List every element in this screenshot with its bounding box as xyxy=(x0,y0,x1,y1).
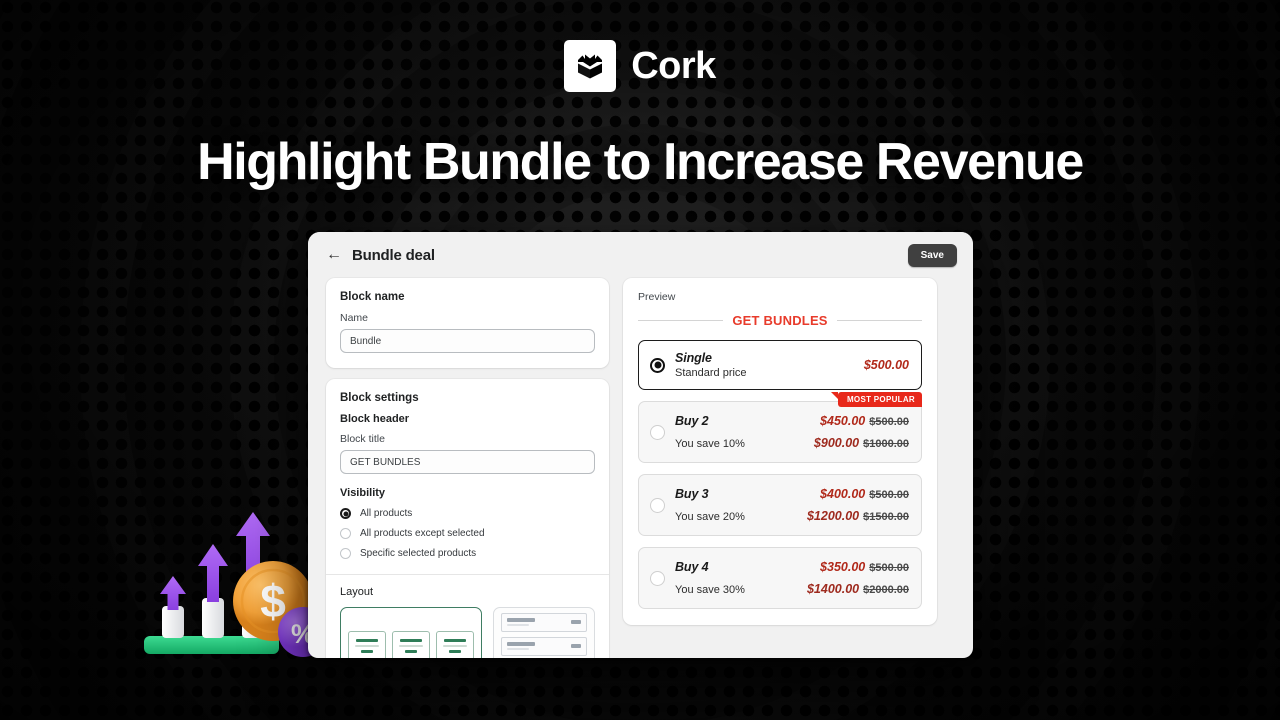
visibility-option-all-except-selected[interactable]: All products except selected xyxy=(340,528,595,539)
page-title: Bundle deal xyxy=(352,246,435,264)
bundle-option-name: Buy 2 xyxy=(675,414,709,428)
layout-option-horizontal-cards[interactable] xyxy=(340,607,482,658)
bundle-option-subtitle: You save 30% xyxy=(675,584,745,596)
layout-options xyxy=(340,607,595,658)
block-settings-card: Block settings Block header Block title … xyxy=(326,379,609,658)
radio-icon xyxy=(340,528,351,539)
bundle-unit-price-old: $500.00 xyxy=(869,416,909,428)
horizontal-cards-preview-icon xyxy=(348,631,474,658)
bundle-total-price: $900.00 xyxy=(813,436,860,450)
bundle-total-price-old: $1500.00 xyxy=(863,511,909,523)
bundle-unit-price-old: $500.00 xyxy=(869,489,909,501)
bundles-title: GET BUNDLES xyxy=(638,313,922,328)
bundle-option-buy-3[interactable]: Buy 3 $400.00 $500.00 You save 20% $1200.… xyxy=(638,474,922,536)
radio-icon-selected xyxy=(650,357,665,373)
bundle-option-name: Single xyxy=(675,351,712,365)
visibility-option-label: All products xyxy=(360,508,413,519)
block-title-field-label: Block title xyxy=(340,433,385,445)
layout-label: Layout xyxy=(340,586,374,598)
brand-name: Cork xyxy=(631,44,716,87)
visibility-option-specific-products[interactable]: Specific selected products xyxy=(340,548,595,559)
bundle-option-subtitle: You save 20% xyxy=(675,511,745,523)
bundle-option-name: Buy 4 xyxy=(675,560,709,574)
most-popular-badge: MOST POPULAR xyxy=(830,392,922,407)
divider-left xyxy=(638,320,724,321)
cork-logo-box-icon xyxy=(564,40,617,92)
radio-icon xyxy=(650,424,665,440)
bundle-total-price: $1400.00 xyxy=(806,582,860,596)
bundle-unit-price: $500.00 xyxy=(863,358,909,372)
arrow-left-icon[interactable]: ← xyxy=(326,247,342,263)
brand-lockup: Cork xyxy=(0,40,1280,92)
bundles-title-text: GET BUNDLES xyxy=(732,313,828,328)
block-settings-section-title: Block settings xyxy=(340,392,419,404)
layout-option-stacked-rows[interactable] xyxy=(493,607,595,658)
radio-icon xyxy=(650,570,665,586)
bundle-unit-price: $350.00 xyxy=(820,560,866,574)
bundle-unit-price: $450.00 xyxy=(820,414,866,428)
block-header-label: Block header xyxy=(340,413,410,425)
divider-right xyxy=(836,320,922,321)
screenshot-root: Cork Highlight Bundle to Increase Revenu… xyxy=(0,0,1280,720)
visibility-label: Visibility xyxy=(340,487,386,499)
block-name-card: Block name Name xyxy=(326,278,609,368)
preview-card: Preview GET BUNDLES Single Standard pric xyxy=(623,278,937,625)
bundle-option-single[interactable]: Single Standard price $500.00 xyxy=(638,340,922,390)
bundle-total-price: $1200.00 xyxy=(806,509,860,523)
radio-icon xyxy=(340,548,351,559)
settings-column: Block name Name Block settings Block hea… xyxy=(326,278,609,658)
visibility-option-label: All products except selected xyxy=(360,528,485,539)
visibility-option-all-products[interactable]: All products xyxy=(340,508,595,519)
bundle-option-buy-4[interactable]: Buy 4 $350.00 $500.00 You save 30% $1400.… xyxy=(638,547,922,609)
block-title-input[interactable] xyxy=(340,450,595,474)
bundle-option-name: Buy 3 xyxy=(675,487,709,501)
name-input[interactable] xyxy=(340,329,595,353)
app-header: ← Bundle deal Save xyxy=(308,232,973,278)
radio-icon xyxy=(650,497,665,513)
bundle-option-subtitle: Standard price xyxy=(675,367,747,379)
app-body: Block name Name Block settings Block hea… xyxy=(308,278,973,658)
bundle-option-subtitle: You save 10% xyxy=(675,438,745,450)
bundle-unit-price: $400.00 xyxy=(820,487,866,501)
block-name-section-title: Block name xyxy=(340,291,405,303)
save-button[interactable]: Save xyxy=(907,243,957,267)
stacked-rows-preview-icon xyxy=(501,612,587,659)
visibility-option-label: Specific selected products xyxy=(360,548,477,559)
preview-column: Preview GET BUNDLES Single Standard pric xyxy=(623,278,937,625)
page-headline: Highlight Bundle to Increase Revenue xyxy=(197,133,1084,191)
preview-label: Preview xyxy=(638,291,676,303)
bundle-total-price-old: $2000.00 xyxy=(863,584,909,596)
bundle-option-buy-2[interactable]: MOST POPULAR Buy 2 $450.00 $500.00 You s… xyxy=(638,392,922,463)
app-window: ← Bundle deal Save Block name Name Block… xyxy=(308,232,973,658)
radio-icon-selected xyxy=(340,508,351,519)
name-field-label: Name xyxy=(340,312,369,324)
bundle-unit-price-old: $500.00 xyxy=(869,562,909,574)
bundle-total-price-old: $1000.00 xyxy=(863,438,909,450)
